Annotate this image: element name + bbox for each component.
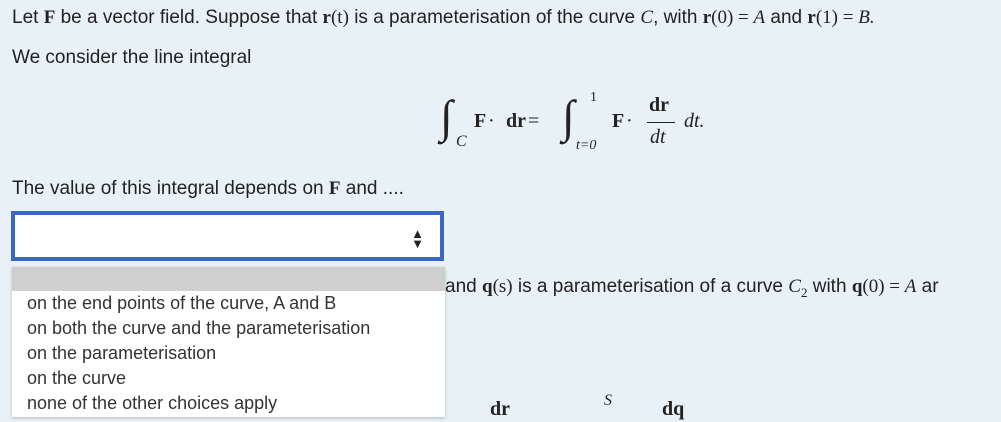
intro-paragraph: Let F be a vector field. Suppose that r(… <box>12 7 875 29</box>
dt-symbol: dt. <box>684 110 705 132</box>
intro-text: be a vector field. Suppose that <box>55 7 323 28</box>
vector-field-symbol: F <box>328 178 341 199</box>
r-symbol: r <box>807 7 816 28</box>
select-dropdown-list: on the end points of the curve, A and B … <box>12 267 445 417</box>
dropdown-blank-option[interactable] <box>12 267 445 291</box>
dr-symbol: dr <box>506 110 526 132</box>
r-symbol: r <box>322 7 331 28</box>
second-tail: ar <box>916 276 939 297</box>
lower-limit: t=0 <box>576 138 597 153</box>
bottom-upper-limit: S <box>604 392 612 409</box>
intro-text: and <box>765 7 808 28</box>
second-text: and <box>445 276 482 297</box>
second-paragraph: and q(s) is a parameterisation of a curv… <box>445 276 939 301</box>
dot-operator: · <box>626 110 633 132</box>
bottom-dq: dq <box>662 398 685 420</box>
dot-operator: · <box>488 110 495 132</box>
vector-field-symbol: F <box>43 7 56 28</box>
intro-text: , with <box>653 7 703 28</box>
intro-text: Let <box>12 7 44 28</box>
dropdown-option[interactable]: on the end points of the curve, A and B <box>27 293 336 314</box>
answer-select[interactable]: ▲ ▼ <box>11 211 444 261</box>
consider-text: We consider the line integral <box>12 47 252 68</box>
vector-field-symbol: F <box>474 110 487 132</box>
r1-arg: (1) = <box>815 7 859 28</box>
fraction-bar <box>647 122 675 123</box>
depends-question: The value of this integral depends on F … <box>12 178 404 200</box>
r0-arg: (0) = <box>711 7 754 28</box>
dropdown-option[interactable]: none of the other choices apply <box>27 393 277 414</box>
fraction-denominator: dt <box>650 126 666 148</box>
t-arg: (t) <box>330 7 349 28</box>
upper-limit: 1 <box>590 90 597 105</box>
bottom-dr: dr <box>490 398 510 420</box>
curve2-symbol: C <box>788 276 801 297</box>
dropdown-option[interactable]: on the curve <box>27 368 126 389</box>
a-symbol: A <box>753 7 766 28</box>
q-symbol: q <box>481 276 493 297</box>
r-symbol: r <box>702 7 712 28</box>
select-arrows-icon: ▲ ▼ <box>411 226 424 251</box>
dropdown-option[interactable]: on both the curve and the parameterisati… <box>27 318 370 339</box>
integral-sign: ∫ <box>562 91 575 142</box>
vector-field-symbol: F <box>612 110 625 132</box>
intro-text: is a parameterisation of the curve <box>348 7 641 28</box>
dropdown-option[interactable]: on the parameterisation <box>27 343 216 364</box>
fraction-numerator: dr <box>649 94 669 116</box>
equals-sign: = <box>528 110 540 132</box>
b-symbol: B. <box>858 7 875 28</box>
s-arg: (s) <box>492 276 513 297</box>
integral-subscript: C <box>456 133 467 150</box>
q-symbol: q <box>851 276 863 297</box>
depends-text: The value of this integral depends on <box>12 178 329 199</box>
curve-symbol: C <box>640 7 654 28</box>
line-integral-equation: ∫ C F · dr = ∫ 1 t=0 F · dr dt dt. <box>440 88 760 158</box>
second-text: is a parameterisation of a curve <box>512 276 789 297</box>
integral-sign: ∫ <box>440 91 453 142</box>
depends-tail: and .... <box>340 178 404 199</box>
q0-arg: (0) = <box>862 276 905 297</box>
second-text: with <box>807 276 852 297</box>
a-symbol: A <box>904 276 917 297</box>
